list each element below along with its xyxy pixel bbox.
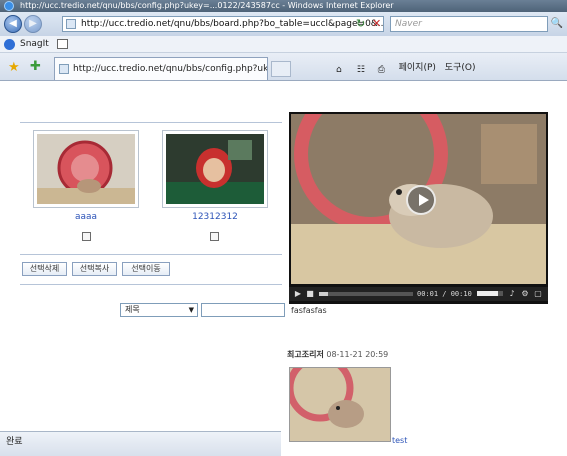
tools-menu[interactable]: 도구(O) [445, 60, 476, 76]
title-bar: http://ucc.tredio.net/qnu/bbs/config.php… [0, 0, 567, 12]
search-placeholder: Naver [395, 19, 422, 29]
search-field-select[interactable]: 제목 ▼ [120, 303, 198, 317]
volume-fill [477, 291, 498, 296]
gallery-caption[interactable]: 12312312 [162, 212, 268, 222]
command-bar: ⌂ ☷ ⎙ 페이지(P) 도구(O) [336, 60, 481, 76]
tab-page-icon [59, 64, 69, 74]
address-url: http://ucc.tredio.net/qnu/bbs/board.php?… [81, 19, 384, 29]
ie-logo-icon [4, 1, 14, 11]
new-tab-button[interactable] [271, 61, 291, 77]
page-menu[interactable]: 페이지(P) [399, 60, 436, 76]
tab-current[interactable]: http://ucc.tredio.net/qnu/bbs/config.php… [54, 57, 268, 80]
select-checkbox[interactable] [210, 232, 219, 241]
gallery-thumbnail[interactable] [162, 130, 268, 208]
delete-selected-button[interactable]: 선택삭제 [22, 262, 67, 276]
snagit-button[interactable]: SnagIt [20, 36, 49, 53]
stop-video-icon[interactable]: ■ [305, 289, 315, 299]
window-title: http://ucc.tredio.net/qnu/bbs/config.php… [20, 1, 394, 10]
address-input[interactable]: http://ucc.tredio.net/qnu/bbs/board.php?… [62, 16, 384, 32]
tab-title: http://ucc.tredio.net/qnu/bbs/config.php… [73, 64, 268, 74]
recent-link[interactable]: test [392, 436, 407, 445]
search-field-value: 제목 [125, 305, 140, 314]
divider [20, 284, 282, 285]
red-hoodie-person-image [166, 134, 264, 204]
move-selected-button[interactable]: 선택이동 [122, 262, 170, 276]
page-icon [66, 19, 76, 29]
refresh-icon[interactable]: ↻ [356, 17, 370, 31]
search-text-input[interactable] [201, 303, 285, 317]
favorites-star-icon[interactable]: ★ [8, 60, 20, 75]
search-input[interactable]: Naver [390, 16, 548, 32]
chevron-down-icon: ▼ [188, 306, 194, 314]
print-icon[interactable]: ⎙ [378, 62, 390, 75]
player-controls: ▶ ■ 00:01 / 00:10 ♪ ⚙ ▢ [289, 287, 548, 301]
video-caption: fasfasfas [291, 306, 327, 315]
timecode: 00:01 / 00:10 [417, 290, 472, 298]
search-icon[interactable]: 🔍 [549, 16, 565, 32]
browser-window: http://ucc.tredio.net/qnu/bbs/config.php… [0, 0, 567, 456]
settings-icon[interactable]: ⚙ [520, 289, 530, 299]
video-frame[interactable] [291, 114, 546, 284]
feeds-icon[interactable]: ☷ [357, 62, 369, 75]
select-checkbox[interactable] [82, 232, 91, 241]
divider [20, 254, 282, 255]
capture-icon[interactable] [57, 39, 68, 49]
snagit-icon [4, 39, 15, 50]
hamster-wheel-image [37, 134, 135, 204]
status-text: 완료 [6, 437, 23, 447]
fullscreen-icon[interactable]: ▢ [533, 289, 543, 299]
add-favorite-icon[interactable]: ✚ [30, 59, 41, 74]
volume-slider[interactable] [477, 291, 503, 296]
recent-header: 최고조리저 08-11-21 20:59 [287, 349, 388, 360]
video-player[interactable]: ▶ ■ 00:01 / 00:10 ♪ ⚙ ▢ [289, 112, 548, 304]
divider [20, 122, 282, 123]
play-icon[interactable] [406, 185, 436, 215]
home-icon[interactable]: ⌂ [336, 62, 348, 75]
status-bar: 완료 [0, 431, 281, 456]
recent-label: 최고조리저 [287, 350, 324, 359]
copy-selected-button[interactable]: 선택복사 [72, 262, 117, 276]
forward-button[interactable]: ▶ [24, 15, 42, 33]
stop-icon[interactable]: ✕ [372, 17, 386, 31]
snagit-toolbar: SnagIt [0, 36, 567, 53]
speaker-icon[interactable]: ♪ [507, 289, 517, 299]
address-toolbar: ◀ ▶ http://ucc.tredio.net/qnu/bbs/board.… [0, 12, 567, 36]
back-button[interactable]: ◀ [4, 15, 22, 33]
tab-toolbar: ★ ✚ http://ucc.tredio.net/qnu/bbs/config… [0, 53, 567, 81]
playpause-icon[interactable]: ▶ [293, 289, 303, 299]
recent-timestamp: 08-11-21 20:59 [326, 350, 389, 359]
gallery-caption[interactable]: aaaa [33, 212, 139, 222]
recent-thumbnail[interactable] [289, 367, 391, 442]
progress-fill [319, 292, 329, 296]
progress-bar[interactable] [319, 292, 413, 296]
gallery-thumbnail[interactable] [33, 130, 139, 208]
